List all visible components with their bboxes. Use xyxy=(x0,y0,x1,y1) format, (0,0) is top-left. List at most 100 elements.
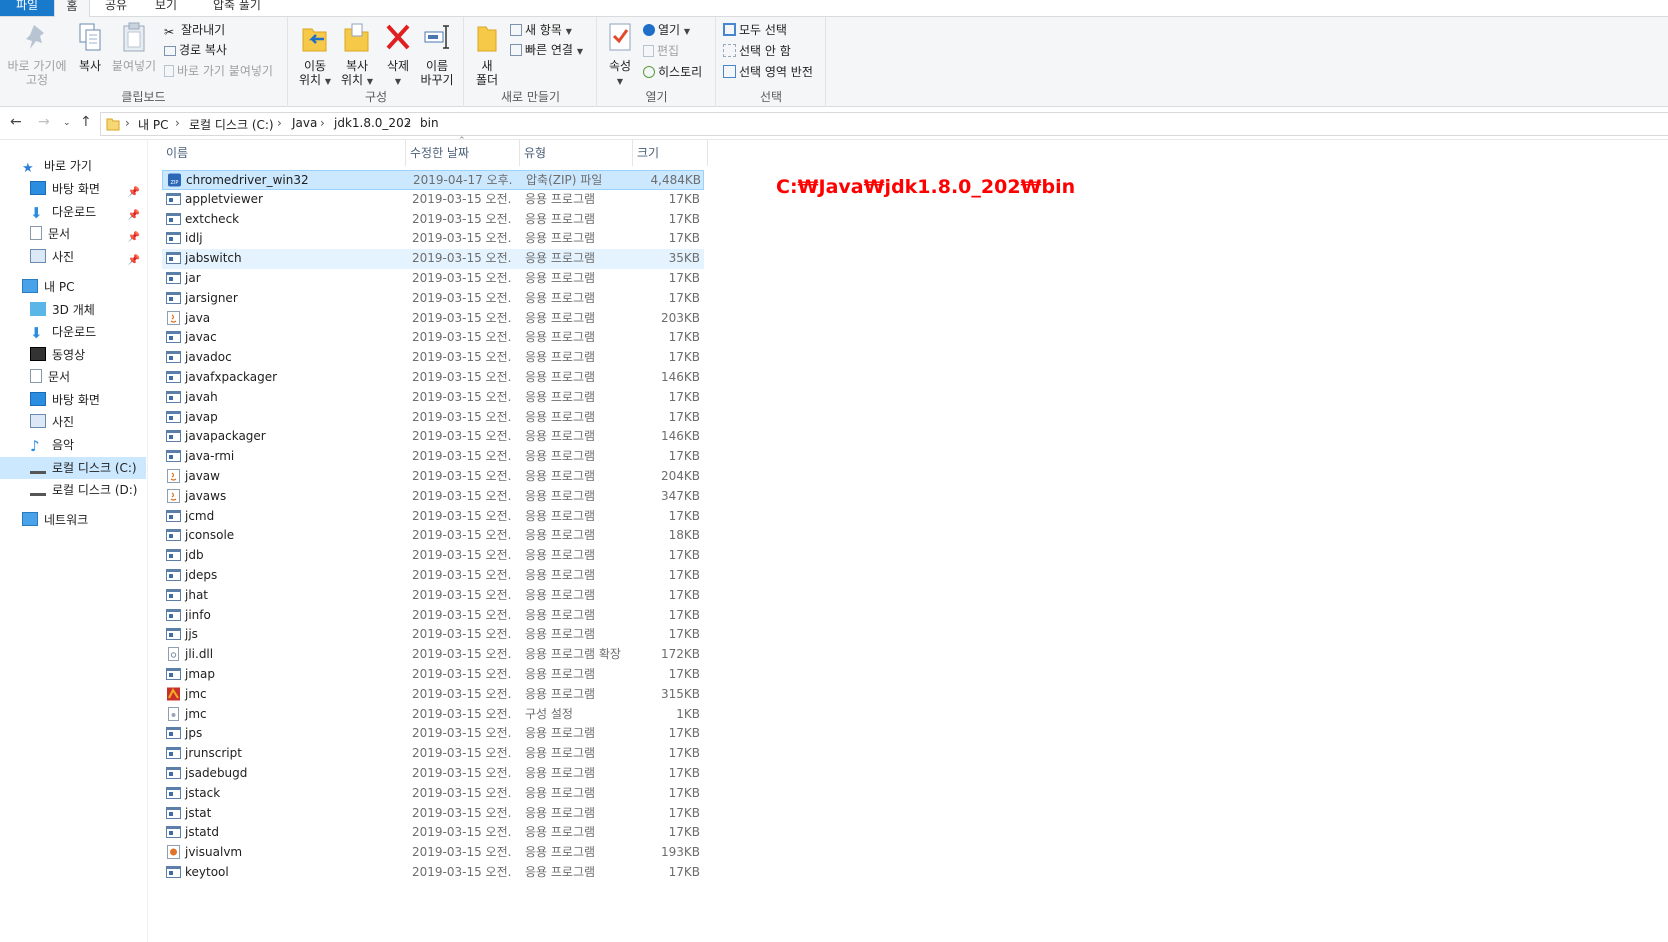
file-row[interactable]: jdeps 2019-03-15 오전... 응용 프로그램 17KB xyxy=(162,566,704,586)
copy-to-button[interactable]: 복사 위치 ▼ xyxy=(335,21,379,89)
invert-selection-button[interactable]: 선택 영역 반전 xyxy=(723,63,813,81)
nav-quick-downloads[interactable]: ⬇ 다운로드 📌 xyxy=(0,201,148,223)
file-row[interactable]: idlj 2019-03-15 오전... 응용 프로그램 17KB xyxy=(162,229,704,249)
nav-quick-access[interactable]: ★ 바로 가기 xyxy=(22,155,92,177)
breadcrumb-chevron-icon[interactable]: › xyxy=(277,116,282,130)
file-row[interactable]: jcmd 2019-03-15 오전... 응용 프로그램 17KB xyxy=(162,507,704,527)
file-row[interactable]: ZIP chromedriver_win32 2019-04-17 오후... 압축(… xyxy=(162,170,704,190)
file-row[interactable]: jstat 2019-03-15 오전... 응용 프로그램 17KB xyxy=(162,804,704,824)
breadcrumb-chevron-icon[interactable]: › xyxy=(175,116,180,130)
file-row[interactable]: jstack 2019-03-15 오전... 응용 프로그램 17KB xyxy=(162,784,704,804)
easy-access-button[interactable]: 빠른 연결 ▼ xyxy=(510,41,583,59)
tab-file[interactable]: 파일 xyxy=(0,0,54,16)
file-row[interactable]: javah 2019-03-15 오전... 응용 프로그램 17KB xyxy=(162,388,704,408)
select-all-button[interactable]: 모두 선택 xyxy=(723,21,787,39)
file-row[interactable]: jmc 2019-03-15 오전... 구성 설정 1KB xyxy=(162,705,704,725)
rename-button[interactable]: 이름 바꾸기 xyxy=(417,21,457,87)
file-type: 응용 프로그램 xyxy=(525,785,596,800)
pin-icon[interactable]: 📌 xyxy=(128,250,140,272)
tab-home[interactable]: 홈 xyxy=(54,0,90,18)
breadcrumb-chevron-icon[interactable]: › xyxy=(320,116,325,130)
edit-button[interactable]: 편집 xyxy=(643,42,679,60)
tab-share[interactable]: 공유 xyxy=(96,0,136,16)
file-row[interactable]: jrunscript 2019-03-15 오전... 응용 프로그램 17KB xyxy=(162,744,704,764)
nav-pc-pictures[interactable]: 사진 xyxy=(30,411,74,433)
select-none-button[interactable]: 선택 안 함 xyxy=(723,42,791,60)
file-row[interactable]: javac 2019-03-15 오전... 응용 프로그램 17KB xyxy=(162,328,704,348)
nav-videos[interactable]: 동영상 xyxy=(30,344,85,366)
file-row[interactable]: jhat 2019-03-15 오전... 응용 프로그램 17KB xyxy=(162,586,704,606)
breadcrumb-chevron-icon[interactable]: › xyxy=(125,116,130,130)
address-bar[interactable]: › 내 PC › 로컬 디스크 (C:) › Java › jdk1.8.0_2… xyxy=(100,112,1668,136)
file-row[interactable]: jsadebugd 2019-03-15 오전... 응용 프로그램 17KB xyxy=(162,764,704,784)
file-row[interactable]: jinfo 2019-03-15 오전... 응용 프로그램 17KB xyxy=(162,606,704,626)
file-row[interactable]: jvisualvm 2019-03-15 오전... 응용 프로그램 193KB xyxy=(162,843,704,863)
column-header-size[interactable]: 크기 xyxy=(633,140,708,166)
file-row[interactable]: jdb 2019-03-15 오전... 응용 프로그램 17KB xyxy=(162,546,704,566)
tab-view[interactable]: 보기 xyxy=(146,0,186,16)
forward-arrow-icon[interactable]: → xyxy=(38,114,50,130)
delete-button[interactable]: 삭제 ▼ xyxy=(381,21,415,89)
file-row[interactable]: java-rmi 2019-03-15 오전... 응용 프로그램 17KB xyxy=(162,447,704,467)
column-header-type[interactable]: 유형 xyxy=(520,140,633,166)
file-row[interactable]: javapackager 2019-03-15 오전... 응용 프로그램 146KB xyxy=(162,427,704,447)
file-row[interactable]: extcheck 2019-03-15 오전... 응용 프로그램 17KB xyxy=(162,210,704,230)
nav-this-pc[interactable]: 내 PC xyxy=(22,276,74,298)
file-row[interactable]: appletviewer 2019-03-15 오전... 응용 프로그램 17KB xyxy=(162,190,704,210)
nav-3d-objects-label: 3D 개체 xyxy=(52,303,95,317)
up-arrow-icon[interactable]: ↑ xyxy=(80,114,92,130)
history-button[interactable]: 히스토리 xyxy=(643,63,702,81)
nav-network[interactable]: 네트워크 xyxy=(22,509,88,531)
file-row[interactable]: javap 2019-03-15 오전... 응용 프로그램 17KB xyxy=(162,408,704,428)
file-row[interactable]: jps 2019-03-15 오전... 응용 프로그램 17KB xyxy=(162,724,704,744)
properties-button[interactable]: 속성 ▼ xyxy=(602,21,638,89)
nav-pc-downloads[interactable]: ⬇ 다운로드 xyxy=(30,321,96,343)
file-row[interactable]: jmc 2019-03-15 오전... 응용 프로그램 315KB xyxy=(162,685,704,705)
nav-music[interactable]: ♪ 음악 xyxy=(30,434,74,456)
column-header-name[interactable]: 이름 xyxy=(162,140,406,166)
paste-shortcut-button[interactable]: 바로 가기 붙여넣기 xyxy=(164,62,273,80)
recent-dropdown-icon[interactable]: ⌄ xyxy=(63,118,71,128)
breadcrumb-this-pc[interactable]: 내 PC xyxy=(138,116,168,133)
move-to-button[interactable]: 이동 위치 ▼ xyxy=(295,21,335,89)
breadcrumb-java[interactable]: Java xyxy=(292,116,317,130)
file-row[interactable]: javadoc 2019-03-15 오전... 응용 프로그램 17KB xyxy=(162,348,704,368)
file-row[interactable]: jmap 2019-03-15 오전... 응용 프로그램 17KB xyxy=(162,665,704,685)
file-row[interactable]: javaw 2019-03-15 오전... 응용 프로그램 204KB xyxy=(162,467,704,487)
file-row[interactable]: keytool 2019-03-15 오전... 응용 프로그램 17KB xyxy=(162,863,704,883)
file-row[interactable]: jarsigner 2019-03-15 오전... 응용 프로그램 17KB xyxy=(162,289,704,309)
file-row[interactable]: java 2019-03-15 오전... 응용 프로그램 203KB xyxy=(162,309,704,329)
back-arrow-icon[interactable]: ← xyxy=(10,114,22,130)
new-item-button[interactable]: 새 항목 ▼ xyxy=(510,21,572,39)
file-row[interactable]: javaws 2019-03-15 오전... 응용 프로그램 347KB xyxy=(162,487,704,507)
nav-pc-desktop[interactable]: 바탕 화면 xyxy=(30,389,100,411)
file-row[interactable]: jconsole 2019-03-15 오전... 응용 프로그램 18KB xyxy=(162,526,704,546)
breadcrumb-chevron-icon[interactable]: › xyxy=(406,116,411,130)
nav-pc-documents[interactable]: 문서 xyxy=(30,366,70,388)
nav-local-disk-d[interactable]: 로컬 디스크 (D:) xyxy=(30,479,137,501)
nav-quick-documents[interactable]: 문서 📌 xyxy=(0,223,148,245)
new-item-icon xyxy=(510,24,522,36)
file-row[interactable]: jar 2019-03-15 오전... 응용 프로그램 17KB xyxy=(162,269,704,289)
nav-3d-objects[interactable]: 3D 개체 xyxy=(30,299,95,321)
new-item-label: 새 항목 xyxy=(525,23,562,37)
new-folder-button[interactable]: 새 폴더 xyxy=(469,21,505,87)
file-row[interactable]: jabswitch 2019-03-15 오전... 응용 프로그램 35KB xyxy=(162,249,704,269)
file-row[interactable]: jjs 2019-03-15 오전... 응용 프로그램 17KB xyxy=(162,625,704,645)
paste-button[interactable]: 붙여넣기 xyxy=(110,21,158,73)
file-row[interactable]: jli.dll 2019-03-15 오전... 응용 프로그램 확장 172KB xyxy=(162,645,704,665)
nav-local-disk-c[interactable]: 로컬 디스크 (C:) xyxy=(0,457,146,479)
breadcrumb-local-disk[interactable]: 로컬 디스크 (C:) xyxy=(189,116,274,133)
pin-quick-access-button[interactable]: 바로 가기에 고정 xyxy=(6,21,68,87)
tab-extract[interactable]: 압축 풀기 xyxy=(200,0,274,16)
cut-button[interactable]: ✂ 잘라내기 xyxy=(164,21,225,39)
file-row[interactable]: jstatd 2019-03-15 오전... 응용 프로그램 17KB xyxy=(162,823,704,843)
file-row[interactable]: javafxpackager 2019-03-15 오전... 응용 프로그램 146… xyxy=(162,368,704,388)
copy-button[interactable]: 복사 xyxy=(72,21,108,73)
breadcrumb-bin[interactable]: bin xyxy=(420,116,439,130)
breadcrumb-jdk[interactable]: jdk1.8.0_202 xyxy=(334,116,411,130)
copy-path-button[interactable]: 경로 복사 xyxy=(164,41,227,59)
open-button[interactable]: 열기 ▼ xyxy=(643,21,690,39)
nav-quick-desktop[interactable]: 바탕 화면 📌 xyxy=(0,178,148,200)
nav-quick-pictures[interactable]: 사진 📌 xyxy=(0,246,148,268)
